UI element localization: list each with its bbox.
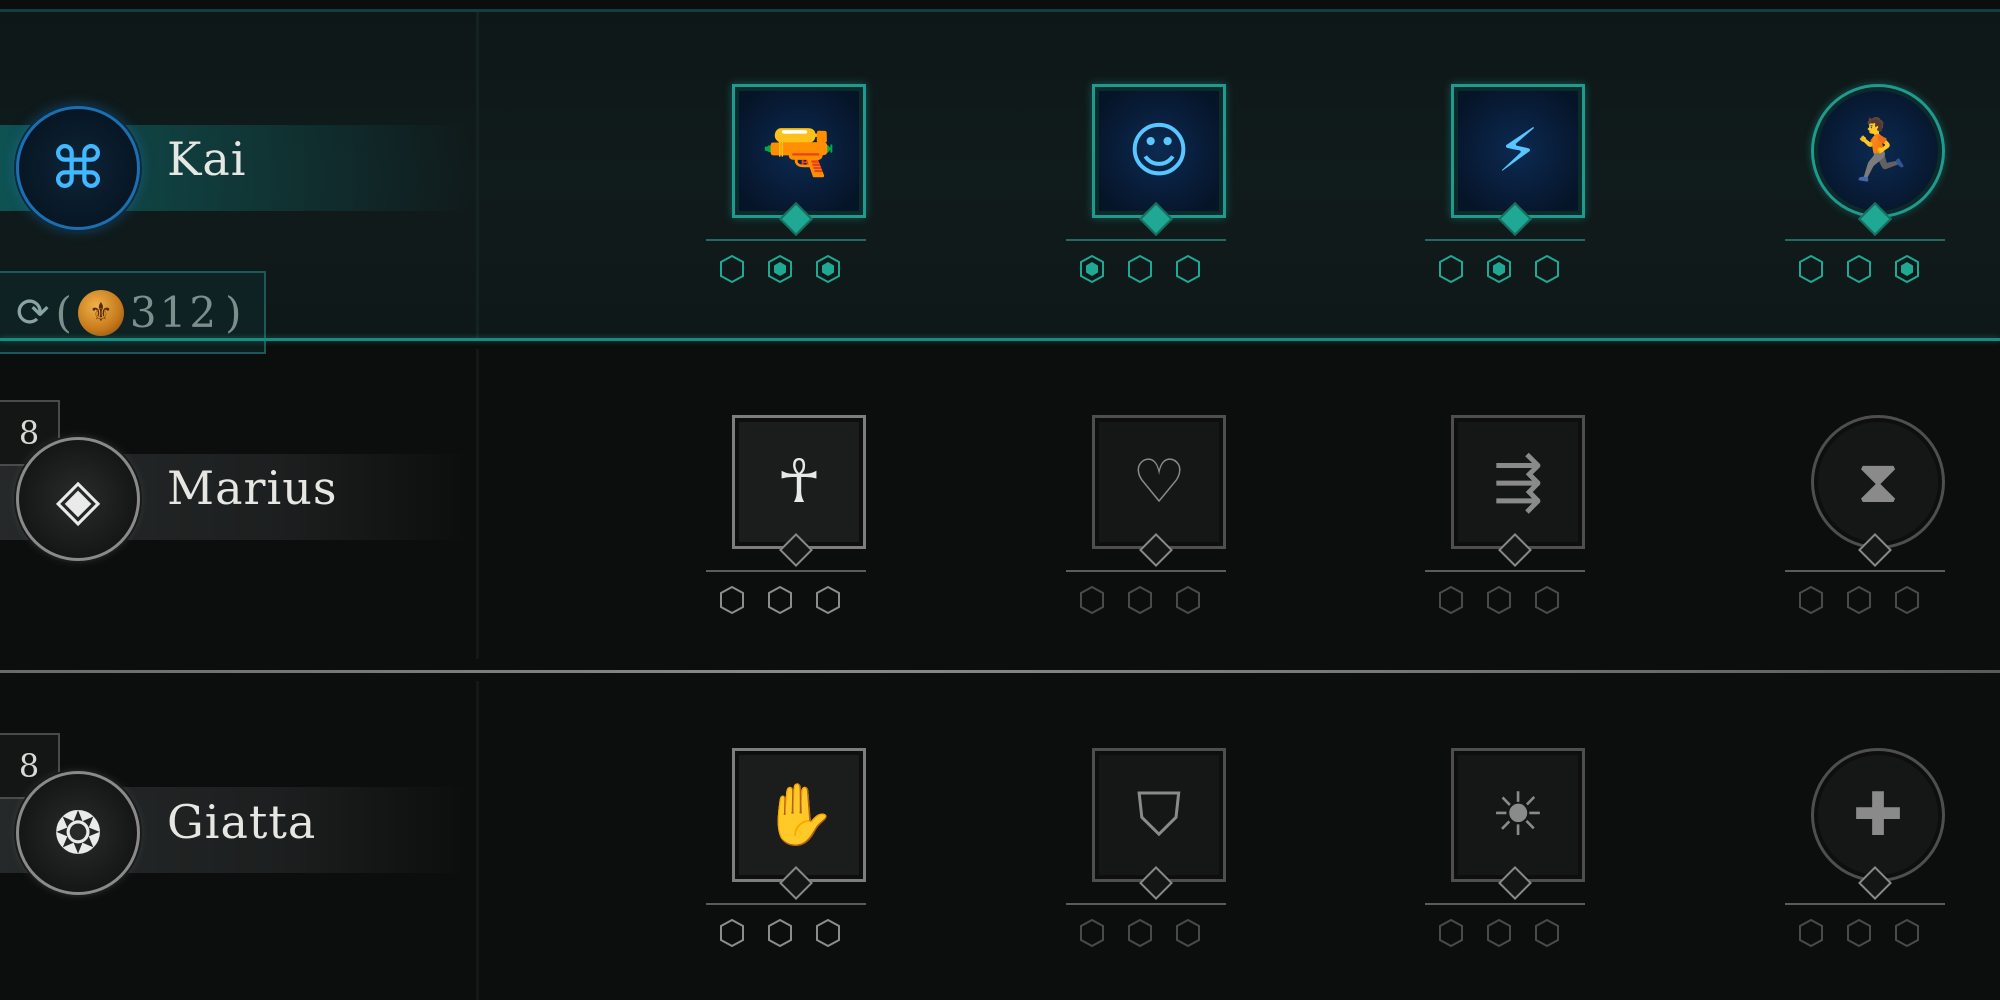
skill-bar — [1066, 570, 1226, 572]
knot-emblem-icon: ⌘ — [49, 134, 107, 202]
upgrade-pip-empty — [768, 585, 792, 615]
skill-bar — [706, 570, 866, 572]
upgrade-pip-empty — [720, 254, 744, 284]
upgrade-pip-empty — [1847, 254, 1871, 284]
mask-face-icon[interactable]: ☺ — [1092, 84, 1226, 218]
upgrade-pip-empty — [1535, 918, 1559, 948]
skill-pips — [1438, 585, 1560, 615]
push-figure-icon[interactable]: ⇶ — [1451, 415, 1585, 549]
cost-open-paren: ( — [55, 288, 72, 337]
cost-close-paren: ) — [225, 288, 242, 337]
skill-bar — [706, 239, 866, 241]
syringe-heart-icon[interactable]: ✚ — [1811, 748, 1945, 882]
row-divider — [476, 349, 479, 659]
upgrade-pip-empty — [720, 918, 744, 948]
character-portrait[interactable]: ⌘ — [16, 106, 140, 230]
upgrade-pip-filled — [768, 254, 792, 284]
upgrade-pip-empty — [1799, 585, 1823, 615]
upgrade-pip-filled — [1080, 254, 1104, 284]
upgrade-pip-empty — [816, 585, 840, 615]
upgrade-pip-empty — [816, 918, 840, 948]
group-shield-icon[interactable]: ⛉ — [1092, 748, 1226, 882]
upgrade-pip-empty — [1176, 585, 1200, 615]
character-name: Kai — [167, 132, 247, 186]
rally-sun-icon[interactable]: ☀ — [1451, 748, 1585, 882]
upgrade-pip-filled — [816, 254, 840, 284]
fleur-coin-icon: ⚜ — [77, 289, 124, 336]
upgrade-pip-empty — [720, 585, 744, 615]
leap-strike-icon[interactable]: ⚡ — [1451, 84, 1585, 218]
upgrade-pip-empty — [1847, 918, 1871, 948]
upgrade-pip-empty — [1799, 918, 1823, 948]
skill-bar — [1425, 239, 1585, 241]
upgrade-pip-empty — [1895, 585, 1919, 615]
character-name: Marius — [167, 461, 338, 515]
upgrade-pip-empty — [1487, 918, 1511, 948]
skill-bar — [1425, 570, 1585, 572]
skill-pips — [1079, 918, 1201, 948]
respec-cost-value: 312 — [129, 288, 220, 337]
row-divider — [476, 12, 479, 340]
refresh-icon[interactable]: ⟳ — [16, 290, 50, 336]
skill-pips — [1798, 254, 1920, 284]
hourglass-burst-icon[interactable]: ⧗ — [1811, 415, 1945, 549]
upgrade-pip-empty — [1080, 585, 1104, 615]
upgrade-pip-empty — [1128, 918, 1152, 948]
character-portrait[interactable]: ◈ — [16, 437, 140, 561]
skill-pips — [719, 585, 841, 615]
upgrade-pip-empty — [1128, 585, 1152, 615]
character-row-kai[interactable]: ⌘ Kai ⟳ ( ⚜ 312 ) 🔫 ☺ ⚡ 🏃 — [0, 12, 2000, 354]
character-name: Giatta — [167, 795, 317, 849]
skill-bar — [1425, 903, 1585, 905]
upgrade-pip-empty — [1895, 918, 1919, 948]
heart-target-icon[interactable]: ♡ — [1092, 415, 1226, 549]
character-row-marius[interactable]: 8 ◈ Marius ☥ ♡ ⇶ ⧗ — [0, 341, 2000, 671]
drop-emblem-icon: ❂ — [53, 799, 103, 867]
upgrade-pip-empty — [1128, 254, 1152, 284]
sprint-icon[interactable]: 🏃 — [1811, 84, 1945, 218]
skill-bar — [1785, 903, 1945, 905]
skill-pips — [1079, 585, 1201, 615]
upgrade-pip-empty — [1439, 918, 1463, 948]
upgrade-pip-empty — [1176, 918, 1200, 948]
upgrade-pip-empty — [768, 918, 792, 948]
upgrade-pip-empty — [1080, 918, 1104, 948]
skill-bar — [1066, 903, 1226, 905]
skill-bar — [1066, 239, 1226, 241]
diamond-emblem-icon: ◈ — [55, 465, 101, 533]
gunner-icon[interactable]: 🔫 — [732, 84, 866, 218]
upgrade-pip-empty — [1799, 254, 1823, 284]
skill-bar — [706, 903, 866, 905]
skill-pips — [1438, 918, 1560, 948]
skill-bar — [1785, 570, 1945, 572]
skill-pips — [1079, 254, 1201, 284]
upgrade-pip-empty — [1439, 254, 1463, 284]
upgrade-pip-empty — [1176, 254, 1200, 284]
upgrade-pip-empty — [1439, 585, 1463, 615]
healing-hand-icon[interactable]: ✋ — [732, 748, 866, 882]
skill-bar — [1785, 239, 1945, 241]
character-portrait[interactable]: ❂ — [16, 771, 140, 895]
skill-pips — [1798, 918, 1920, 948]
character-row-giatta[interactable]: 8 ❂ Giatta ✋ ⛉ ☀ ✚ — [0, 673, 2000, 1000]
row-divider — [476, 681, 479, 1000]
skill-pips — [1798, 585, 1920, 615]
rising-figure-icon[interactable]: ☥ — [732, 415, 866, 549]
upgrade-pip-empty — [1487, 585, 1511, 615]
upgrade-pip-empty — [1535, 254, 1559, 284]
upgrade-pip-empty — [1535, 585, 1559, 615]
skill-pips — [1438, 254, 1560, 284]
upgrade-pip-empty — [1847, 585, 1871, 615]
upgrade-pip-filled — [1895, 254, 1919, 284]
skill-pips — [719, 918, 841, 948]
skill-pips — [719, 254, 841, 284]
upgrade-pip-filled — [1487, 254, 1511, 284]
